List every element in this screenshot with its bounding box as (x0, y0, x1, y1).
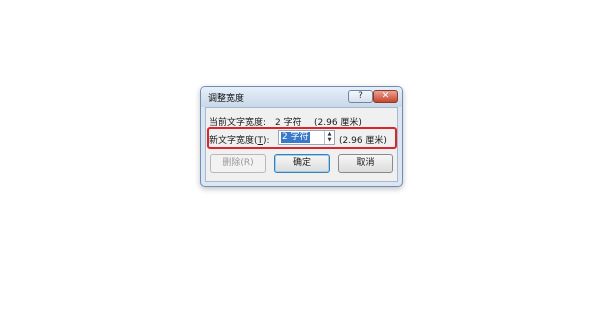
close-icon: ✕ (381, 91, 390, 101)
new-width-input-value[interactable]: 2 字符 (281, 132, 310, 143)
new-width-cm: (2.96 厘米) (339, 136, 387, 146)
dialog-title: 调整宽度 (208, 94, 245, 104)
cancel-button[interactable]: 取消 (338, 154, 393, 173)
delete-button[interactable]: 删除(R) (210, 154, 266, 173)
help-button[interactable]: ? (348, 90, 373, 103)
spin-down-icon[interactable]: ▼ (325, 137, 334, 143)
new-width-spinner[interactable]: 2 字符 ▲ ▼ (278, 130, 335, 145)
dialog-body: 当前文字宽度: 2 字符 (2.96 厘米) 新文字宽度(T): 2 字符 ▲ … (205, 107, 398, 182)
close-button[interactable]: ✕ (373, 90, 398, 103)
adjust-width-dialog: 调整宽度 ? ✕ 当前文字宽度: 2 字符 (2.96 厘米) 新文字宽度(T)… (200, 86, 403, 187)
new-width-label: 新文字宽度(T): (209, 136, 270, 146)
help-icon: ? (358, 91, 363, 101)
dialog-titlebar[interactable]: 调整宽度 ? ✕ (201, 87, 402, 107)
spinner-arrows: ▲ ▼ (324, 131, 334, 144)
ok-button[interactable]: 确定 (274, 154, 330, 173)
